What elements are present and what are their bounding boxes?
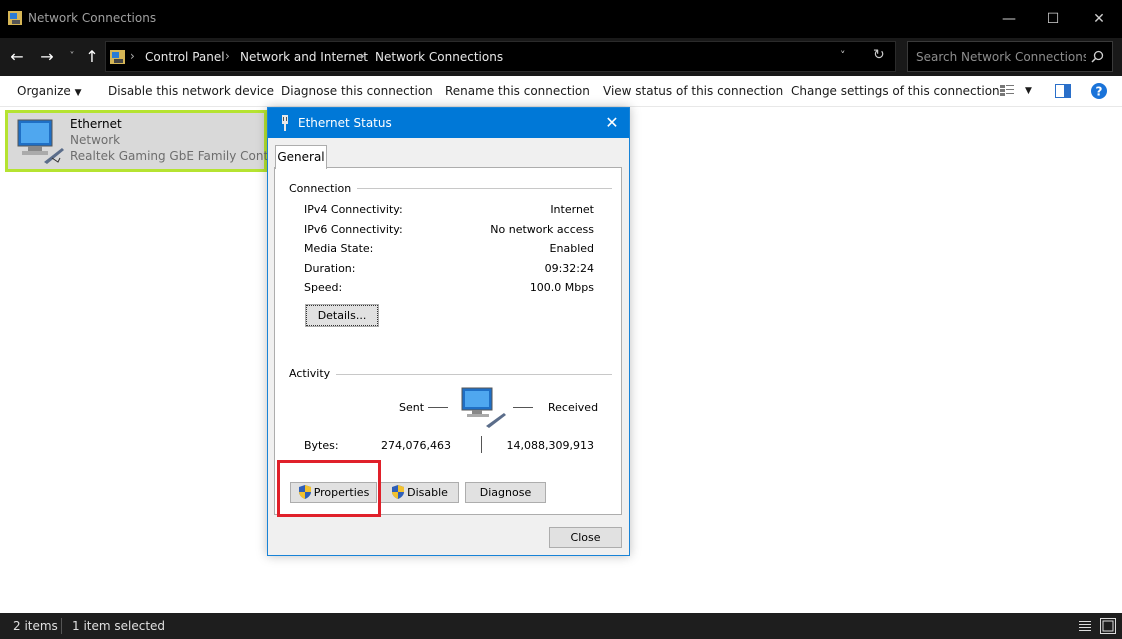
speed-value: 100.0 Mbps xyxy=(529,281,594,294)
change-settings-command[interactable]: Change settings of this connection xyxy=(791,84,1000,98)
ipv4-label: IPv4 Connectivity: xyxy=(304,203,403,216)
tab-general[interactable]: General xyxy=(275,145,327,169)
activity-group-line xyxy=(333,374,612,375)
bytes-sent-value: 274,076,463 xyxy=(381,439,451,452)
bytes-divider xyxy=(481,436,482,453)
rename-connection-command[interactable]: Rename this connection xyxy=(445,84,590,98)
breadcrumb-separator-icon: › xyxy=(360,49,365,63)
ipv4-value: Internet xyxy=(550,203,594,216)
address-dropdown-chevron-icon[interactable]: ˅ xyxy=(840,49,846,62)
received-label: Received xyxy=(548,401,599,414)
organize-label: Organize xyxy=(17,84,71,98)
minimize-button[interactable]: — xyxy=(986,0,1032,38)
address-row: ← → ˅ ↑ › Control Panel › Network and In… xyxy=(0,38,1122,76)
activity-computers-icon xyxy=(461,387,506,428)
bytes-received-value: 14,088,309,913 xyxy=(506,439,594,452)
up-arrow-icon[interactable]: ↑ xyxy=(81,46,103,68)
network-cable-icon xyxy=(282,115,288,131)
status-divider xyxy=(61,618,62,634)
uac-shield-icon xyxy=(298,485,311,499)
breadcrumb-network-connections[interactable]: Network Connections xyxy=(375,50,503,64)
sent-line xyxy=(428,407,448,408)
window-title: Network Connections xyxy=(28,11,157,25)
sent-label: Sent xyxy=(399,401,425,414)
dialog-close-icon[interactable]: ✕ xyxy=(601,112,623,134)
maximize-button[interactable]: ☐ xyxy=(1030,0,1076,38)
selection-count: 1 item selected xyxy=(72,619,166,633)
breadcrumb-separator-icon: › xyxy=(225,49,230,63)
activity-group-label: Activity xyxy=(289,367,337,380)
general-tab-panel: Connection IPv4 Connectivity: Internet I… xyxy=(274,167,622,515)
close-button[interactable]: Close xyxy=(549,527,622,548)
ipv6-label: IPv6 Connectivity: xyxy=(304,223,403,236)
connection-group-label: Connection xyxy=(289,182,358,195)
connection-group-line xyxy=(354,188,612,189)
details-button[interactable]: Details... xyxy=(305,304,379,327)
properties-button[interactable]: Properties xyxy=(290,482,377,503)
media-state-value: Enabled xyxy=(549,242,594,255)
breadcrumb-network-and-internet[interactable]: Network and Internet xyxy=(240,50,368,64)
details-view-icon[interactable] xyxy=(1078,619,1092,633)
duration-value: 09:32:24 xyxy=(544,262,594,275)
close-window-button[interactable]: ✕ xyxy=(1076,0,1122,38)
disable-label: Disable xyxy=(407,486,448,499)
connection-network: Network xyxy=(70,133,121,147)
disable-device-command[interactable]: Disable this network device xyxy=(108,84,274,98)
search-box[interactable] xyxy=(907,41,1113,72)
breadcrumb-control-panel[interactable]: Control Panel xyxy=(145,50,225,64)
title-bar: Network Connections — ☐ ✕ xyxy=(0,0,1122,38)
media-state-label: Media State: xyxy=(304,242,374,255)
diagnose-button[interactable]: Diagnose xyxy=(465,482,546,503)
breadcrumb-separator-icon: › xyxy=(130,49,135,63)
help-icon[interactable]: ? xyxy=(1091,83,1107,99)
item-count: 2 items xyxy=(13,619,58,633)
dropdown-arrow-icon: ▼ xyxy=(74,88,82,98)
preview-pane-icon[interactable] xyxy=(1055,84,1071,98)
duration-label: Duration: xyxy=(304,262,356,275)
bytes-label: Bytes: xyxy=(304,439,339,452)
svg-text:?: ? xyxy=(1096,85,1103,99)
large-icons-view-icon[interactable] xyxy=(1100,618,1116,634)
recent-locations-chevron-icon[interactable]: ˅ xyxy=(61,46,83,68)
forward-arrow-icon[interactable]: → xyxy=(36,46,58,68)
diagnose-connection-command[interactable]: Diagnose this connection xyxy=(281,84,433,98)
organize-menu[interactable]: Organize ▼ xyxy=(17,84,82,98)
command-bar: Organize ▼ Disable this network device D… xyxy=(0,76,1122,107)
ethernet-status-dialog: Ethernet Status ✕ General Connection IPv… xyxy=(267,107,630,556)
view-options-chevron-icon[interactable]: ▼ xyxy=(1025,86,1032,96)
ethernet-connection-item[interactable]: Ethernet Network Realtek Gaming GbE Fami… xyxy=(5,110,283,172)
connection-name: Ethernet xyxy=(70,117,122,131)
change-view-icon[interactable] xyxy=(999,84,1015,98)
speed-label: Speed: xyxy=(304,281,343,294)
disable-button[interactable]: Disable xyxy=(380,482,459,503)
network-connections-icon xyxy=(8,11,22,25)
dialog-title-bar: Ethernet Status ✕ xyxy=(268,108,629,138)
control-panel-icon xyxy=(110,50,125,64)
dialog-title: Ethernet Status xyxy=(298,116,392,130)
uac-shield-icon xyxy=(392,485,405,499)
address-bar[interactable]: › Control Panel › Network and Internet ›… xyxy=(105,41,896,72)
back-arrow-icon[interactable]: ← xyxy=(6,46,28,68)
ipv6-value: No network access xyxy=(490,223,594,236)
status-bar: 2 items 1 item selected xyxy=(0,613,1122,639)
refresh-icon[interactable]: ↻ xyxy=(873,47,885,63)
search-input[interactable] xyxy=(916,48,1086,66)
view-status-command[interactable]: View status of this connection xyxy=(603,84,783,98)
properties-label: Properties xyxy=(313,486,370,499)
search-icon[interactable] xyxy=(1091,50,1104,63)
received-line xyxy=(513,407,533,408)
ethernet-adapter-icon xyxy=(17,119,64,164)
connection-adapter: Realtek Gaming GbE Family Contr... xyxy=(70,149,284,163)
